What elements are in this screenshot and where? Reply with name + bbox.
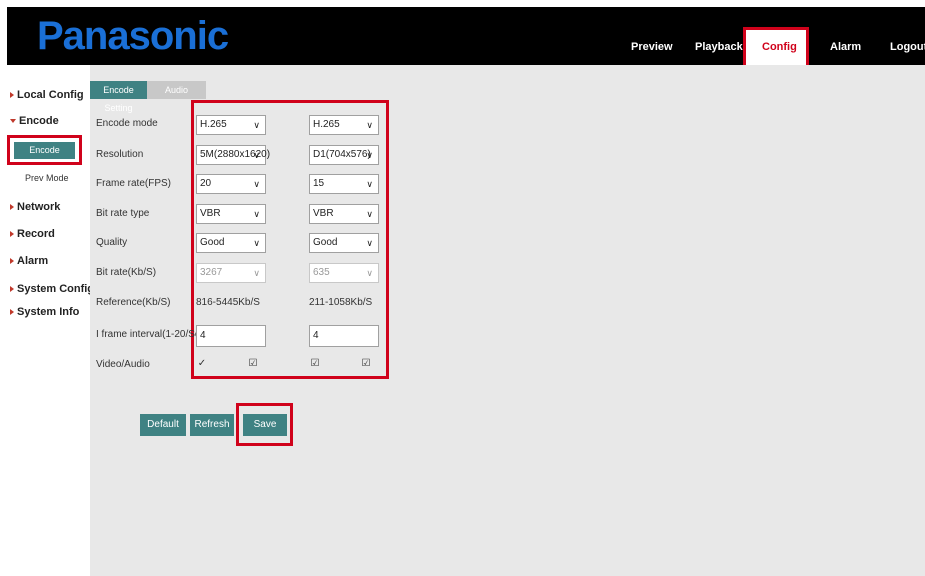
chevron-down-icon: ∨ [253,150,260,160]
sidebar-item-label: System Info [17,306,80,318]
i-frame-input-2[interactable]: 4 [309,325,379,347]
select-value: Good [200,237,225,248]
chevron-down-icon: ∨ [366,179,373,189]
default-button[interactable]: Default [140,414,186,436]
chevron-down-icon: ∨ [366,209,373,219]
bit-rate-type-select-1[interactable]: VBR ∨ [196,204,266,224]
sidebar: Local Config Encode Encode Prev Mode Net… [7,65,94,576]
sidebar-item-label: Encode [19,115,59,127]
bit-rate-type-select-2[interactable]: VBR ∨ [309,204,379,224]
audio-checkbox-1[interactable]: ☑ [248,359,258,369]
quality-select-2[interactable]: Good ∨ [309,233,379,253]
bit-rate-select-1[interactable]: 3267 ∨ [196,263,266,283]
panasonic-logo: Panasonic [37,14,229,58]
triangle-right-icon [10,258,14,265]
triangle-right-icon [10,286,14,293]
resolution-select-1[interactable]: 5M(2880x1620) ∨ [196,145,270,165]
label-bit-rate: Bit rate(Kb/S) [96,267,157,278]
main-content: Encode Setting Audio Encode mode Resolut… [90,65,925,576]
save-button[interactable]: Save [243,414,287,436]
nav-playback[interactable]: Playback [695,41,743,53]
select-value: Good [313,237,338,248]
sidebar-item-label: Local Config [17,89,84,101]
select-value: 635 [313,267,330,278]
triangle-right-icon [10,204,14,211]
checkmark-icon: ✓ [197,358,207,369]
select-value: H.265 [200,119,227,130]
sidebar-item-label: Alarm [17,255,49,267]
frame-rate-select-2[interactable]: 15 ∨ [309,174,379,194]
sidebar-item-label: Network [17,201,61,213]
chevron-down-icon: ∨ [253,120,260,130]
quality-select-1[interactable]: Good ∨ [196,233,266,253]
resolution-select-2[interactable]: D1(704x576) ∨ [309,145,379,165]
label-frame-rate: Frame rate(FPS) [96,178,172,189]
reference-value-2: 211-1058Kb/S [309,297,373,308]
chevron-down-icon: ∨ [366,238,373,248]
checkmark-icon: ☑ [361,358,371,369]
chevron-down-icon: ∨ [253,179,260,189]
encode-highlight: Encode [7,135,82,165]
select-value: 15 [313,178,325,189]
tab-audio[interactable]: Audio [147,81,206,99]
i-frame-input-1[interactable]: 4 [196,325,266,347]
nav-logout[interactable]: Logout [890,41,925,53]
sidebar-item-encode-group[interactable]: Encode [10,115,59,127]
refresh-button[interactable]: Refresh [190,414,234,436]
label-video-audio: Video/Audio [96,359,150,370]
sidebar-item-label: Record [17,228,55,240]
label-i-frame: I frame interval(1-20/Sec) [96,329,209,340]
sidebar-item-network[interactable]: Network [10,201,60,213]
sidebar-item-alarm[interactable]: Alarm [10,255,48,267]
triangle-right-icon [10,92,14,99]
sidebar-item-encode[interactable]: Encode [14,142,75,159]
select-value: H.265 [313,119,340,130]
chevron-down-icon: ∨ [253,268,260,278]
select-value: 3267 [200,267,223,278]
select-value: 20 [200,178,212,189]
top-header: Panasonic Preview Playback Config Alarm … [7,7,925,71]
video-checkbox-2[interactable]: ☑ [310,359,320,369]
tab-encode-setting[interactable]: Encode Setting [90,81,147,113]
select-value: D1(704x576) [313,149,371,160]
sidebar-item-label: System Config [17,283,95,295]
encode-mode-select-2[interactable]: H.265 ∨ [309,115,379,135]
nav-config[interactable]: Config [762,41,797,53]
reference-value-1: 816-5445Kb/S [196,297,260,308]
audio-checkbox-2[interactable]: ☑ [361,359,371,369]
chevron-down-icon: ∨ [366,120,373,130]
chevron-down-icon: ∨ [253,238,260,248]
label-resolution: Resolution [96,149,144,160]
triangle-right-icon [10,309,14,316]
label-reference: Reference(Kb/S) [96,297,171,308]
chevron-down-icon: ∨ [366,268,373,278]
select-value: VBR [313,208,334,219]
nav-preview[interactable]: Preview [631,41,673,53]
select-value: VBR [200,208,221,219]
label-encode-mode: Encode mode [96,118,158,129]
sidebar-item-prev-mode[interactable]: Prev Mode [25,173,69,183]
chevron-down-icon: ∨ [366,150,373,160]
frame-rate-select-1[interactable]: 20 ∨ [196,174,266,194]
sidebar-item-system-config[interactable]: System Config [10,283,94,295]
label-bit-rate-type: Bit rate type [96,208,150,219]
triangle-down-icon [10,119,16,124]
checkmark-icon: ☑ [310,358,320,369]
label-quality: Quality [96,237,128,248]
encode-mode-select-1[interactable]: H.265 ∨ [196,115,266,135]
checkmark-icon: ☑ [248,358,258,369]
video-checkbox-1[interactable]: ✓ [197,359,207,369]
sidebar-item-system-info[interactable]: System Info [10,306,79,318]
sidebar-item-local-config[interactable]: Local Config [10,89,84,101]
bit-rate-select-2[interactable]: 635 ∨ [309,263,379,283]
nav-alarm[interactable]: Alarm [830,41,861,53]
triangle-right-icon [10,231,14,238]
sidebar-item-record[interactable]: Record [10,228,55,240]
chevron-down-icon: ∨ [253,209,260,219]
